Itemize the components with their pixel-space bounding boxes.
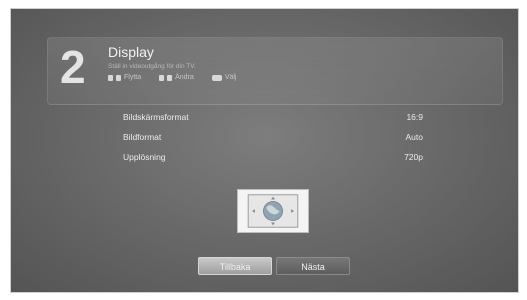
settings-list: Bildskärmsformat 16:9 Bildformat Auto Up… bbox=[123, 107, 423, 167]
hint-move: Flytta bbox=[108, 74, 141, 81]
hint-select: Välj bbox=[211, 74, 237, 81]
wizard-buttons: Tillbaka Nästa bbox=[198, 257, 350, 275]
setting-row-resolution[interactable]: Upplösning 720p bbox=[123, 147, 423, 167]
left-key-icon bbox=[159, 74, 165, 81]
hint-select-label: Välj bbox=[224, 74, 237, 81]
setting-row-screen-format[interactable]: Bildskärmsformat 16:9 bbox=[123, 107, 423, 127]
ok-key-icon bbox=[211, 74, 222, 81]
hint-move-label: Flytta bbox=[124, 74, 142, 81]
next-button[interactable]: Nästa bbox=[276, 257, 350, 275]
down-key-icon bbox=[116, 74, 121, 81]
globe-icon bbox=[247, 194, 299, 228]
setting-value[interactable]: 16:9 bbox=[406, 107, 423, 127]
up-key-icon bbox=[108, 74, 113, 81]
hint-change: Ändra bbox=[159, 74, 194, 81]
setting-row-picture-format[interactable]: Bildformat Auto bbox=[123, 127, 423, 147]
right-key-icon bbox=[167, 74, 173, 81]
aspect-preview bbox=[237, 189, 309, 233]
setting-value[interactable]: 720p bbox=[404, 147, 423, 167]
setting-label: Bildformat bbox=[123, 132, 162, 142]
key-hints: Flytta Ändra Välj bbox=[108, 74, 237, 81]
setting-value[interactable]: Auto bbox=[406, 127, 424, 147]
step-number: 2 bbox=[60, 41, 86, 93]
wizard-header: 2 Display Ställ in videoutgång för din T… bbox=[47, 37, 503, 105]
back-button[interactable]: Tillbaka bbox=[198, 257, 272, 275]
page-title: Display bbox=[108, 44, 154, 60]
hint-change-label: Ändra bbox=[175, 74, 194, 81]
page-subtitle: Ställ in videoutgång för din TV. bbox=[108, 63, 196, 70]
tv-screen: 2 Display Ställ in videoutgång för din T… bbox=[10, 8, 519, 293]
setting-label: Bildskärmsformat bbox=[123, 112, 189, 122]
setting-label: Upplösning bbox=[123, 152, 166, 162]
